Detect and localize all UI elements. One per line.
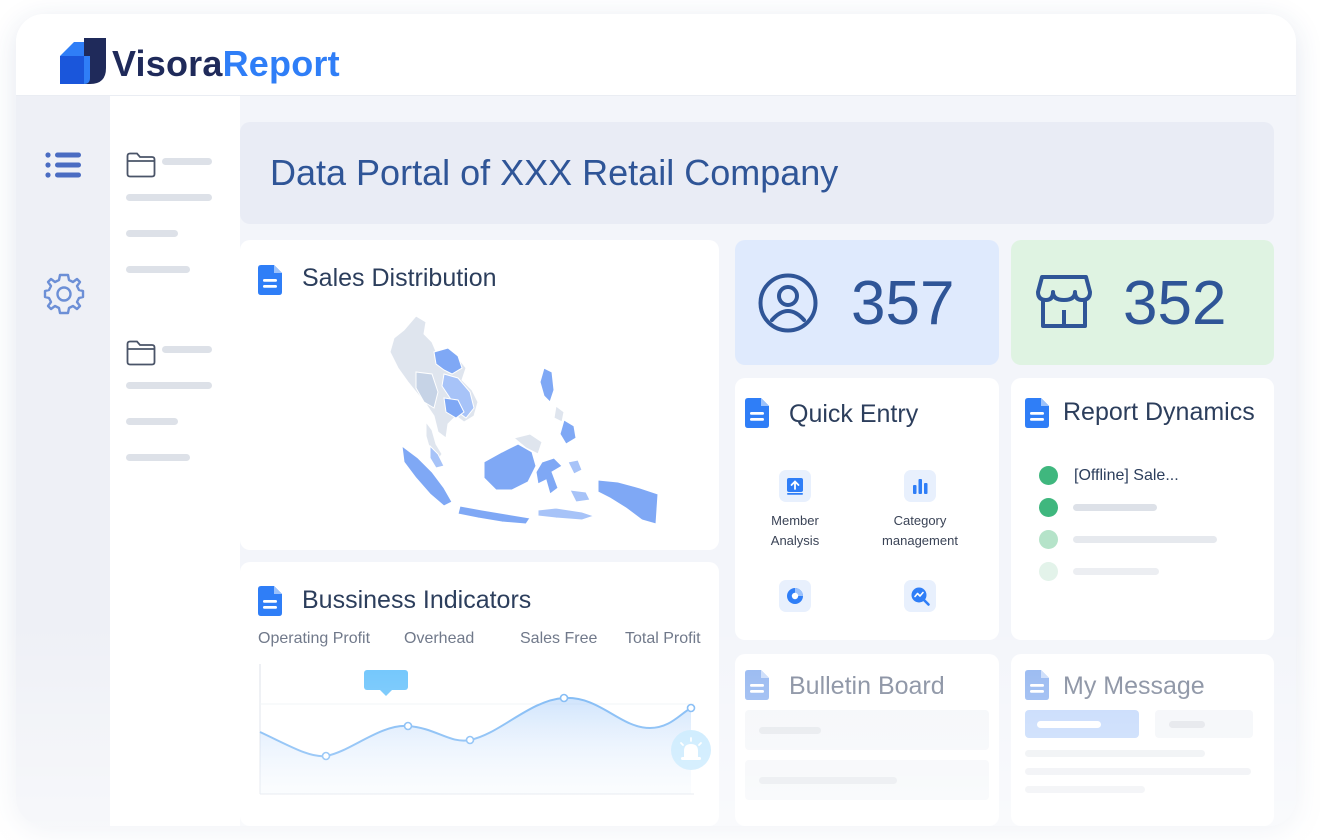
legend-overhead[interactable]: Overhead xyxy=(404,630,474,648)
sales-distribution-title: Sales Distribution xyxy=(302,264,497,292)
category-management-label[interactable]: Category management xyxy=(865,511,975,551)
legend-total-profit[interactable]: Total Profit xyxy=(625,630,701,648)
logo-text-part2: Report xyxy=(222,43,340,84)
my-message-title: My Message xyxy=(1063,672,1205,700)
document-icon xyxy=(745,398,769,428)
tree-item-placeholder[interactable] xyxy=(126,454,190,461)
main-content: Data Portal of XXX Retail Company Sales … xyxy=(240,96,1296,826)
app-window: VisoraReport Data Portal of XXX Retail C… xyxy=(16,14,1296,826)
member-analysis-label-line2: Analysis xyxy=(770,533,820,548)
document-icon xyxy=(258,586,282,616)
logo-icon xyxy=(60,38,106,84)
top-bar: VisoraReport xyxy=(16,14,1296,96)
status-dot xyxy=(1039,530,1058,549)
document-icon xyxy=(258,265,282,295)
business-indicators-title: Bussiness Indicators xyxy=(302,586,532,614)
chart-tooltip xyxy=(364,670,408,696)
users-stat-card[interactable]: 357 xyxy=(735,240,999,365)
tree-item-placeholder[interactable] xyxy=(126,194,212,201)
chart-point[interactable] xyxy=(403,721,413,731)
chart-point[interactable] xyxy=(321,751,331,761)
member-analysis-label[interactable]: Member Analysis xyxy=(740,511,850,551)
business-indicators-card: Bussiness Indicators Operating Profit Ov… xyxy=(240,562,719,826)
tree-item-placeholder[interactable] xyxy=(126,382,212,389)
chart-point[interactable] xyxy=(559,693,569,703)
report-dynamics-title: Report Dynamics xyxy=(1063,398,1255,426)
quick-entry-title: Quick Entry xyxy=(789,400,919,428)
message-tab-active[interactable] xyxy=(1025,710,1139,738)
tree-item-placeholder[interactable] xyxy=(126,230,178,237)
report-dynamics-placeholder[interactable] xyxy=(1073,536,1217,543)
tree-item-placeholder[interactable] xyxy=(126,418,178,425)
upload-icon[interactable] xyxy=(779,470,811,502)
document-icon xyxy=(745,670,769,700)
tree-item-placeholder[interactable] xyxy=(162,158,212,165)
report-dynamics-item[interactable]: [Offline] Sale... xyxy=(1074,467,1179,485)
quick-entry-card: Quick Entry Member Analysis Category man… xyxy=(735,378,999,640)
my-message-card: My Message xyxy=(1011,654,1274,826)
status-dot xyxy=(1039,562,1058,581)
alarm-icon[interactable] xyxy=(671,730,711,770)
user-circle-icon xyxy=(758,273,818,333)
chart-area xyxy=(260,697,691,794)
app-logo-text: VisoraReport xyxy=(112,43,340,85)
store-icon xyxy=(1036,275,1092,328)
trend-search-icon[interactable] xyxy=(904,580,936,612)
chart-point[interactable] xyxy=(465,735,475,745)
member-analysis-label-line1: Member xyxy=(771,513,819,528)
bulletin-item-placeholder xyxy=(759,777,897,784)
message-tab-placeholder xyxy=(1169,721,1205,728)
category-management-label-line1: Category xyxy=(893,513,947,528)
message-tab[interactable] xyxy=(1155,710,1253,738)
chart-point[interactable] xyxy=(686,703,696,713)
document-icon xyxy=(1025,398,1049,428)
page-title: Data Portal of XXX Retail Company xyxy=(270,152,839,193)
page-title-banner: Data Portal of XXX Retail Company xyxy=(240,122,1274,224)
message-line-placeholder[interactable] xyxy=(1025,750,1205,757)
logo-text-part1: Visora xyxy=(112,43,223,84)
status-dot xyxy=(1039,466,1058,485)
message-tab-placeholder xyxy=(1037,721,1101,728)
report-dynamics-placeholder[interactable] xyxy=(1073,504,1157,511)
gear-icon[interactable] xyxy=(42,272,86,316)
document-icon xyxy=(1025,670,1049,700)
message-line-placeholder[interactable] xyxy=(1025,786,1145,793)
indicator-legend: Operating Profit Overhead Sales Free Tot… xyxy=(258,630,708,650)
folder-icon[interactable] xyxy=(126,340,156,366)
stores-stat-value: 352 xyxy=(1123,269,1227,338)
legend-operating-profit[interactable]: Operating Profit xyxy=(258,630,370,648)
bulletin-item-placeholder xyxy=(759,727,821,734)
indicator-line-chart[interactable] xyxy=(240,654,719,826)
bulletin-board-title: Bulletin Board xyxy=(789,672,945,700)
tree-item-placeholder[interactable] xyxy=(162,346,212,353)
report-dynamics-card: Report Dynamics [Offline] Sale... xyxy=(1011,378,1274,640)
tree-item-placeholder[interactable] xyxy=(126,266,190,273)
message-line-placeholder[interactable] xyxy=(1025,768,1251,775)
bulletin-item[interactable] xyxy=(745,760,989,800)
left-rail xyxy=(16,96,110,826)
folder-icon[interactable] xyxy=(126,152,156,178)
menu-list-icon[interactable] xyxy=(42,150,84,180)
pie-chart-icon[interactable] xyxy=(779,580,811,612)
category-management-label-line2: management xyxy=(882,533,958,548)
report-dynamics-placeholder[interactable] xyxy=(1073,568,1159,575)
folder-tree xyxy=(110,96,240,826)
bulletin-board-card: Bulletin Board xyxy=(735,654,999,826)
status-dot xyxy=(1039,498,1058,517)
sales-distribution-card: Sales Distribution xyxy=(240,240,719,550)
sales-region-map[interactable] xyxy=(386,312,660,536)
users-stat-value: 357 xyxy=(851,269,955,338)
legend-sales-free[interactable]: Sales Free xyxy=(520,630,597,648)
stores-stat-card[interactable]: 352 xyxy=(1011,240,1274,365)
bar-chart-icon[interactable] xyxy=(904,470,936,502)
bulletin-item[interactable] xyxy=(745,710,989,750)
